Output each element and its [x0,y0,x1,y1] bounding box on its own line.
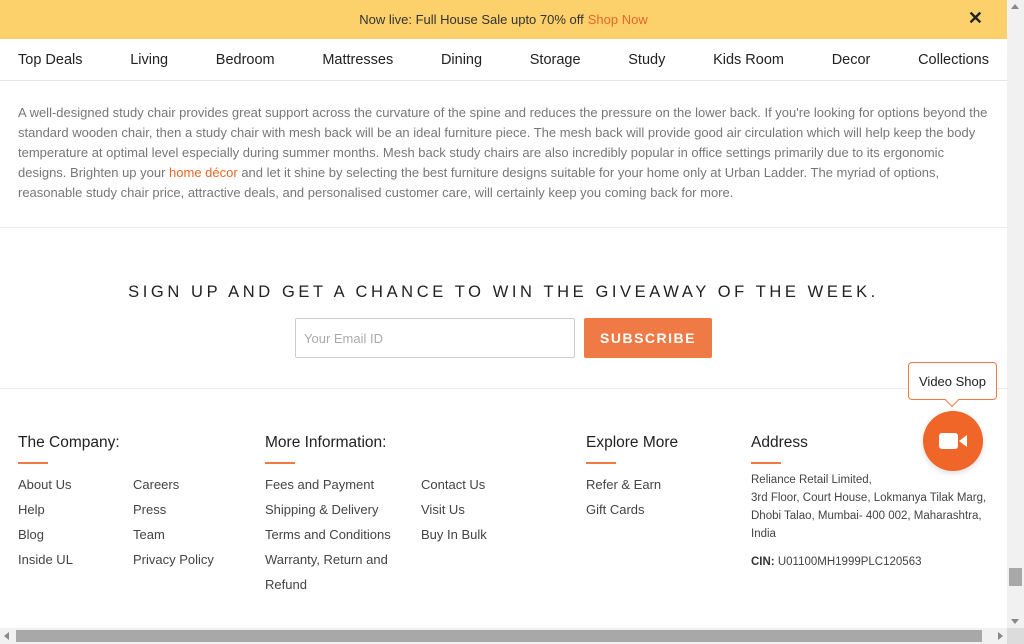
footer-link-blog[interactable]: Blog [18,527,44,542]
section-divider [0,227,1007,228]
signup-heading: SIGN UP AND GET A CHANCE TO WIN THE GIVE… [128,283,879,301]
address-line: Reliance Retail Limited, [751,474,872,486]
footer-company-underline [18,462,48,464]
footer-link-press[interactable]: Press [133,502,166,517]
video-shop-label: Video Shop [919,373,986,389]
vertical-scrollbar[interactable] [1007,0,1024,628]
footer-link-visit-us[interactable]: Visit Us [421,502,465,517]
footer-link-refund[interactable]: Refund [265,577,307,592]
address-line: India [751,528,776,540]
footer-company-title: The Company: [18,434,120,451]
nav-item-mattresses[interactable]: Mattresses [322,52,393,68]
email-input[interactable] [295,318,575,358]
footer-explore-underline [586,462,616,464]
footer-link-gift-cards[interactable]: Gift Cards [586,502,645,517]
address-line: Dhobi Talao, Mumbai- 400 002, Maharashtr… [751,510,982,522]
cin-label: CIN: [751,556,775,568]
footer-divider [0,388,1007,389]
footer-link-warranty[interactable]: Warranty, Return and [265,552,388,567]
footer-link-about-us[interactable]: About Us [18,477,71,492]
footer-more-info-underline [265,462,295,464]
nav-item-study[interactable]: Study [628,52,665,68]
study-chair-description: A well-designed study chair provides gre… [18,103,990,203]
subscribe-button[interactable]: SUBSCRIBE [584,318,712,358]
address-line: 3rd Floor, Court House, Lokmanya Tilak M… [751,492,987,504]
promo-text: Now live: Full House Sale upto 70% off [359,12,584,27]
nav-item-living[interactable]: Living [130,52,168,68]
footer-link-fees-payment[interactable]: Fees and Payment [265,477,374,492]
footer-explore-title: Explore More [586,434,679,451]
nav-item-kids-room[interactable]: Kids Room [713,52,784,68]
footer-link-inside-ul[interactable]: Inside UL [18,552,73,567]
nav-item-top-deals[interactable]: Top Deals [18,52,82,68]
video-shop-tooltip[interactable]: Video Shop [908,362,997,408]
scroll-left-icon[interactable] [4,632,9,640]
home-decor-link[interactable]: home décor [169,165,238,180]
video-shop-button[interactable] [923,411,983,471]
scroll-right-icon[interactable] [998,632,1003,640]
footer-link-careers[interactable]: Careers [133,477,179,492]
nav-item-storage[interactable]: Storage [530,52,581,68]
footer-link-terms[interactable]: Terms and Conditions [265,527,391,542]
footer-link-privacy-policy[interactable]: Privacy Policy [133,552,214,567]
promo-banner: Now live: Full House Sale upto 70% off S… [0,0,1007,39]
footer-link-shipping-delivery[interactable]: Shipping & Delivery [265,502,378,517]
cin-number: CIN: U01100MH1999PLC120563 [751,556,922,568]
footer-link-team[interactable]: Team [133,527,165,542]
footer-link-buy-in-bulk[interactable]: Buy In Bulk [421,527,487,542]
nav-item-dining[interactable]: Dining [441,52,482,68]
video-camera-icon [939,433,967,449]
footer-link-refer-earn[interactable]: Refer & Earn [586,477,661,492]
footer-address-underline [751,462,781,464]
horizontal-scroll-thumb[interactable] [16,630,982,642]
shop-now-link[interactable]: Shop Now [588,12,648,27]
footer-link-help[interactable]: Help [18,502,45,517]
scroll-down-icon[interactable] [1011,619,1019,624]
close-promo-icon[interactable]: ✕ [968,8,983,28]
nav-item-decor[interactable]: Decor [832,52,871,68]
footer-link-contact-us[interactable]: Contact Us [421,477,485,492]
nav-item-collections[interactable]: Collections [918,52,989,68]
scroll-up-icon[interactable] [1011,4,1019,9]
nav-item-bedroom[interactable]: Bedroom [216,52,275,68]
footer-address-title: Address [751,434,808,451]
page-viewport: Now live: Full House Sale upto 70% off S… [0,0,1007,628]
cin-value: U01100MH1999PLC120563 [777,556,922,568]
vertical-scroll-thumb[interactable] [1009,568,1022,586]
scrollbar-corner [1007,628,1024,644]
horizontal-scrollbar[interactable] [0,628,1007,644]
footer-more-info-title: More Information: [265,434,387,451]
main-nav: Top Deals Living Bedroom Mattresses Dini… [0,39,1007,81]
tooltip-arrow [944,392,960,408]
